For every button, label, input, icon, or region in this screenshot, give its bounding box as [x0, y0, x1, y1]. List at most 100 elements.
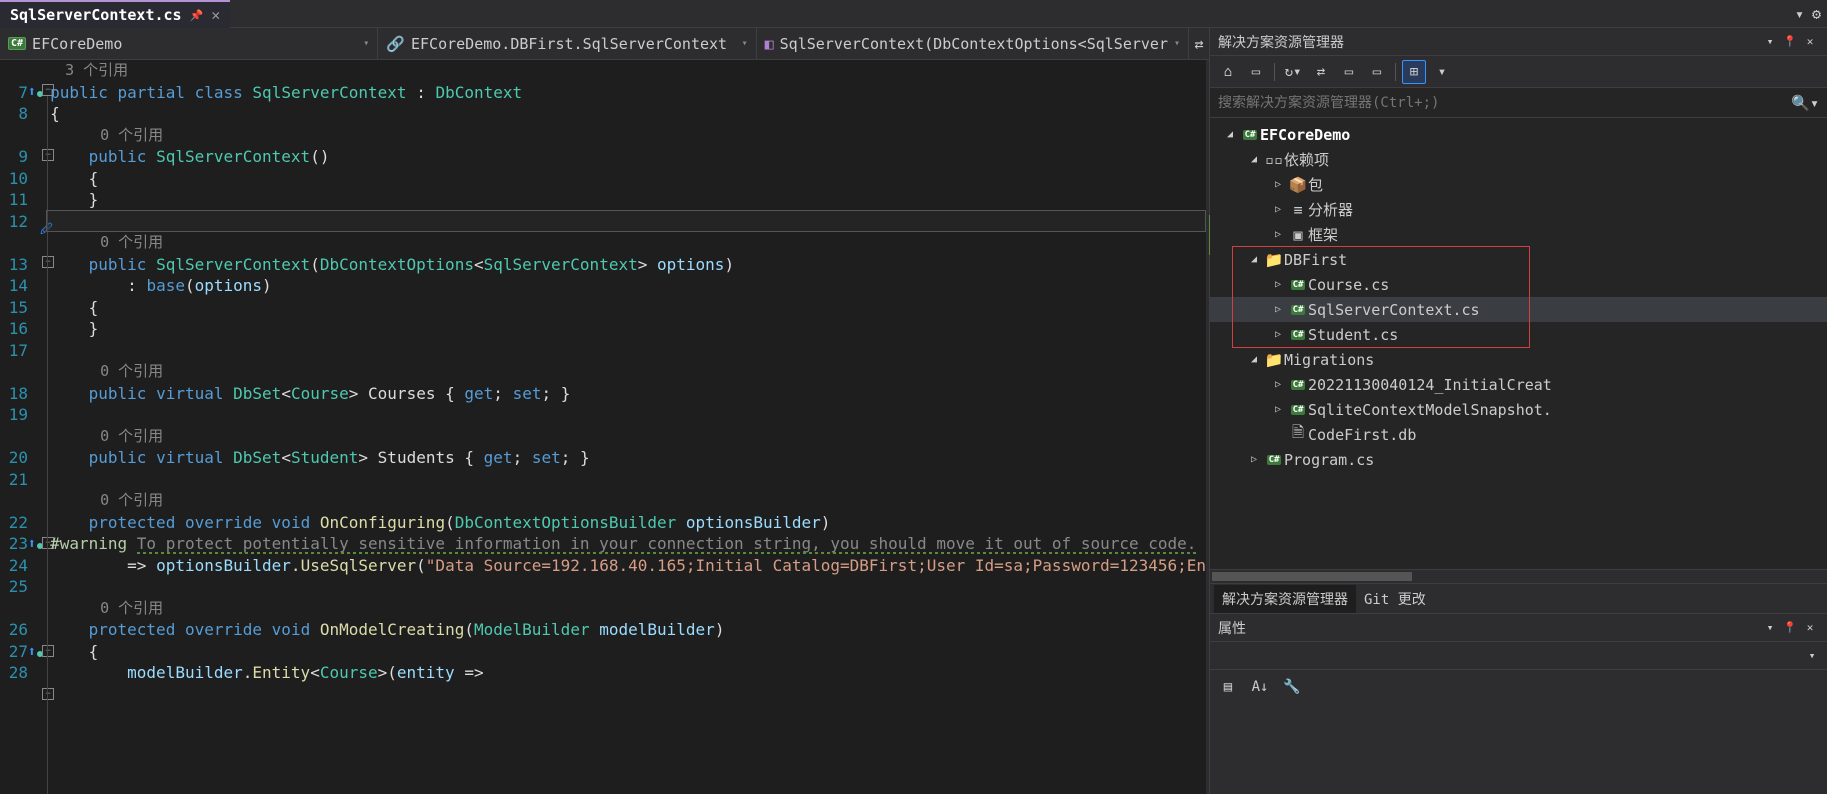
- breadcrumb-namespace-label: EFCoreDemo.DBFirst.SqlServerContext: [411, 35, 727, 53]
- tree-item[interactable]: ▷▣框架: [1210, 222, 1827, 247]
- close-icon[interactable]: ✕: [1801, 621, 1819, 634]
- tree-item[interactable]: ◢▫▫依赖项: [1210, 147, 1827, 172]
- chevron-down-icon[interactable]: ◢: [1244, 354, 1264, 365]
- breadcrumb-member[interactable]: ◧ SqlServerContext(DbContextOptions<SqlS…: [757, 28, 1189, 59]
- tree-file[interactable]: ▷C#20221130040124_InitialCreat: [1210, 372, 1827, 397]
- codelens[interactable]: 3 个引用: [50, 60, 1206, 82]
- solution-explorer-panel: 解决方案资源管理器 ▾ 📍 ✕ ⌂ ▭ ↻▾ ⇄ ▭ ▭ ⊞ ▾ 🔍▾ ◢C#E…: [1209, 28, 1827, 794]
- chevron-right-icon[interactable]: ▷: [1268, 404, 1288, 415]
- chevron-right-icon[interactable]: ▷: [1268, 329, 1288, 340]
- codelens[interactable]: 0 个引用: [50, 125, 1206, 147]
- tree-scrollbar[interactable]: [1210, 569, 1827, 583]
- tree-file[interactable]: ▷C#Course.cs: [1210, 272, 1827, 297]
- scrollbar-thumb[interactable]: [1212, 572, 1412, 581]
- pin-icon[interactable]: 📍: [1781, 621, 1799, 634]
- codelens[interactable]: 0 个引用: [50, 361, 1206, 383]
- chevron-down-icon[interactable]: ▾: [1761, 35, 1779, 48]
- breadcrumb-namespace[interactable]: 🔗 EFCoreDemo.DBFirst.SqlServerContext ▾: [378, 28, 756, 59]
- chevron-right-icon[interactable]: ▷: [1268, 179, 1288, 190]
- override-up-icon[interactable]: ⬆: [28, 536, 36, 552]
- close-icon[interactable]: ✕: [211, 6, 220, 24]
- solution-tree[interactable]: ◢C#EFCoreDemo ◢▫▫依赖项 ▷📦包 ▷≡分析器 ▷▣框架 ◢📁DB…: [1210, 118, 1827, 569]
- chevron-right-icon[interactable]: ▷: [1244, 454, 1264, 465]
- chevron-down-icon[interactable]: ▾: [1803, 649, 1821, 662]
- codelens[interactable]: 0 个引用: [50, 426, 1206, 448]
- pin-icon[interactable]: 📌: [190, 9, 204, 22]
- deps-icon: ▫▫: [1264, 151, 1284, 169]
- override-up-icon[interactable]: ⬆: [28, 644, 36, 660]
- chevron-right-icon[interactable]: ▷: [1268, 229, 1288, 240]
- tree-folder[interactable]: ◢📁Migrations: [1210, 347, 1827, 372]
- chevron-down-icon[interactable]: ◢: [1244, 154, 1264, 165]
- current-line-highlight: [46, 210, 1206, 232]
- tree-item[interactable]: ▷≡分析器: [1210, 197, 1827, 222]
- codelens[interactable]: 0 个引用: [50, 232, 1206, 254]
- csharp-icon: C#: [1291, 405, 1306, 415]
- editor-scrollbar[interactable]: [1206, 60, 1209, 794]
- override-up-icon[interactable]: ⬆: [28, 84, 36, 100]
- categorize-icon[interactable]: ▤: [1216, 675, 1240, 699]
- chevron-down-icon[interactable]: ▾: [742, 38, 748, 49]
- breadcrumb-project[interactable]: C# EFCoreDemo ▾: [0, 28, 378, 59]
- home-icon[interactable]: ⌂: [1216, 60, 1240, 84]
- collapse-icon[interactable]: ⇄: [1309, 60, 1333, 84]
- tab-git-changes[interactable]: Git 更改: [1356, 585, 1434, 613]
- folder-icon: 📁: [1264, 251, 1284, 269]
- search-input[interactable]: [1218, 95, 1791, 111]
- panel-title: 解决方案资源管理器: [1218, 32, 1761, 52]
- close-icon[interactable]: ✕: [1801, 35, 1819, 48]
- sync-icon[interactable]: ▭: [1244, 60, 1268, 84]
- gear-icon[interactable]: ⚙: [1812, 5, 1821, 23]
- properties-icon[interactable]: ▭: [1365, 60, 1389, 84]
- codelens[interactable]: 0 个引用: [50, 598, 1206, 620]
- chevron-right-icon[interactable]: ▷: [1268, 204, 1288, 215]
- tab-solution-explorer[interactable]: 解决方案资源管理器: [1214, 585, 1356, 613]
- chevron-down-icon[interactable]: ◢: [1244, 254, 1264, 265]
- code-area[interactable]: ⬆ 🖉 ⬆ ⬆ 78 9101112 1314151617 1819 2021: [0, 60, 1209, 794]
- margin-column: ⬆ 🖉 ⬆ ⬆: [0, 60, 9, 794]
- csharp-icon: C#: [1243, 130, 1258, 140]
- code-content[interactable]: 3 个引用 public partial class SqlServerCont…: [46, 60, 1206, 794]
- breadcrumb-member-label: SqlServerContext(DbContextOptions<SqlSer…: [780, 35, 1168, 53]
- breadcrumb-project-label: EFCoreDemo: [32, 35, 122, 53]
- package-icon: 📦: [1288, 176, 1308, 194]
- tree-file[interactable]: ▷C#Student.cs: [1210, 322, 1827, 347]
- chevron-right-icon[interactable]: ▷: [1268, 379, 1288, 390]
- folder-icon: 📁: [1264, 351, 1284, 369]
- breadcrumb: C# EFCoreDemo ▾ 🔗 EFCoreDemo.DBFirst.Sql…: [0, 28, 1209, 60]
- tree-file[interactable]: ▷C#SqliteContextModelSnapshot.: [1210, 397, 1827, 422]
- wrench-icon[interactable]: 🔧: [1280, 675, 1304, 699]
- chevron-down-icon[interactable]: ▾: [1430, 60, 1454, 84]
- search-icon[interactable]: 🔍▾: [1791, 94, 1819, 112]
- tree-folder[interactable]: ◢📁DBFirst: [1210, 247, 1827, 272]
- properties-panel: 属性 ▾ 📍 ✕ ▾ ▤ A↓ 🔧: [1210, 613, 1827, 794]
- show-all-icon[interactable]: ▭: [1337, 60, 1361, 84]
- view-icon[interactable]: ⊞: [1402, 60, 1426, 84]
- pin-icon[interactable]: 📍: [1781, 35, 1799, 48]
- chevron-down-icon[interactable]: ◢: [1220, 129, 1240, 140]
- tree-file[interactable]: 🗎CodeFirst.db: [1210, 422, 1827, 447]
- csharp-icon: C#: [1267, 455, 1282, 465]
- chevron-right-icon[interactable]: ▷: [1268, 304, 1288, 315]
- db-icon: 🗎: [1288, 422, 1308, 447]
- csharp-icon: C#: [1291, 280, 1306, 290]
- file-tab[interactable]: SqlServerContext.cs 📌 ✕: [0, 0, 230, 28]
- swap-icon[interactable]: ⇄: [1189, 28, 1209, 59]
- tree-item[interactable]: ▷📦包: [1210, 172, 1827, 197]
- tree-file[interactable]: ▷C#SqlServerContext.cs: [1210, 297, 1827, 322]
- chevron-down-icon[interactable]: ▾: [1174, 38, 1180, 49]
- chevron-down-icon[interactable]: ▾: [363, 38, 369, 49]
- csharp-icon: C#: [1291, 305, 1306, 315]
- method-icon: ◧: [765, 35, 774, 53]
- chevron-down-icon[interactable]: ▾: [1761, 621, 1779, 634]
- chevron-down-icon[interactable]: ▾: [1795, 5, 1804, 23]
- line-numbers: 78 9101112 1314151617 1819 2021 22232425…: [9, 60, 42, 794]
- refresh-icon[interactable]: ↻▾: [1281, 60, 1305, 84]
- tree-project[interactable]: ◢C#EFCoreDemo: [1210, 122, 1827, 147]
- csharp-icon: C#: [1291, 380, 1306, 390]
- alphabetical-icon[interactable]: A↓: [1248, 675, 1272, 699]
- codelens[interactable]: 0 个引用: [50, 490, 1206, 512]
- chevron-right-icon[interactable]: ▷: [1268, 279, 1288, 290]
- properties-title: 属性: [1218, 618, 1761, 638]
- tree-file[interactable]: ▷C#Program.cs: [1210, 447, 1827, 472]
